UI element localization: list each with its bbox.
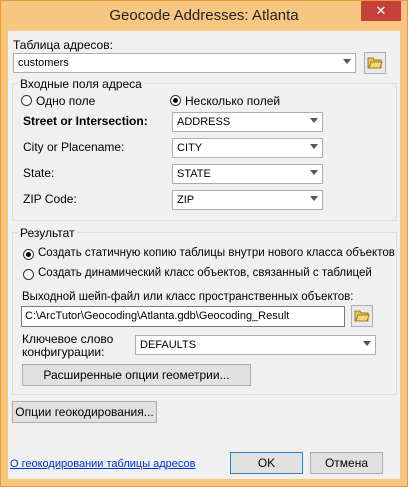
zip-field-value: ZIP — [177, 194, 195, 206]
single-field-radio[interactable] — [21, 95, 32, 106]
output-path-value: C:\ArcTutor\Geocoding\Atlanta.gdb\Geocod… — [25, 310, 290, 322]
cancel-button[interactable]: Отмена — [310, 452, 383, 474]
address-table-combo[interactable]: customers — [13, 53, 356, 73]
dropdown-arrow-icon — [343, 59, 351, 64]
output-label: Выходной шейп-файл или класс пространств… — [22, 291, 354, 303]
folder-open-icon — [354, 310, 370, 322]
window-title: Geocode Addresses: Atlanta — [109, 7, 299, 24]
street-field-label: Street or Intersection: — [23, 114, 148, 128]
static-copy-label: Создать статичную копию таблицы внутри н… — [38, 247, 395, 259]
output-path-input[interactable]: C:\ArcTutor\Geocoding\Atlanta.gdb\Geocod… — [21, 306, 345, 327]
street-field-combo[interactable]: ADDRESS — [172, 112, 323, 132]
multiple-fields-radio[interactable] — [170, 95, 181, 106]
zip-field-label: ZIP Code: — [23, 192, 77, 206]
static-copy-radio[interactable] — [23, 249, 34, 260]
dialog-window: Geocode Addresses: Atlanta ✕ Таблица адр… — [0, 0, 408, 487]
close-icon: ✕ — [375, 3, 387, 18]
city-field-combo[interactable]: CITY — [172, 138, 323, 158]
dynamic-class-radio[interactable] — [23, 269, 34, 280]
config-keyword-label-line2: конфигурации: — [22, 345, 105, 359]
result-group-title: Результат — [18, 226, 77, 240]
help-link[interactable]: О геокодировании таблицы адресов — [10, 458, 196, 470]
dialog-client: Таблица адресов: customers Входные поля … — [8, 31, 400, 479]
dropdown-arrow-icon — [310, 118, 318, 123]
close-button[interactable]: ✕ — [361, 1, 401, 21]
dropdown-arrow-icon — [363, 341, 371, 346]
single-field-label: Одно поле — [36, 94, 96, 108]
dropdown-arrow-icon — [310, 170, 318, 175]
config-keyword-label: Ключевое слово конфигурации: — [22, 333, 113, 359]
advanced-geometry-button[interactable]: Расширенные опции геометрии... — [22, 364, 251, 386]
state-field-value: STATE — [177, 168, 211, 180]
ok-button[interactable]: OK — [230, 452, 303, 474]
street-field-value: ADDRESS — [177, 116, 231, 128]
dynamic-class-label: Создать динамический класс объектов, свя… — [38, 267, 372, 279]
geocoding-options-button[interactable]: Опции геокодирования... — [12, 401, 157, 423]
title-bar[interactable]: Geocode Addresses: Atlanta ✕ — [1, 1, 407, 31]
multiple-fields-label: Несколько полей — [185, 94, 281, 108]
config-keyword-value: DEFAULTS — [140, 339, 197, 351]
city-field-label: City or Placename: — [23, 140, 125, 154]
zip-field-combo[interactable]: ZIP — [172, 190, 323, 210]
city-field-value: CITY — [177, 142, 203, 154]
state-field-combo[interactable]: STATE — [172, 164, 323, 184]
state-field-label: State: — [23, 166, 55, 180]
input-fields-group-title: Входные поля адреса — [18, 77, 144, 91]
config-keyword-combo[interactable]: DEFAULTS — [135, 335, 376, 355]
address-table-browse-button[interactable] — [364, 52, 386, 74]
dropdown-arrow-icon — [310, 196, 318, 201]
dropdown-arrow-icon — [310, 144, 318, 149]
folder-open-icon — [367, 57, 383, 69]
output-browse-button[interactable] — [351, 305, 373, 327]
address-table-value: customers — [18, 57, 69, 69]
address-table-label: Таблица адресов: — [13, 38, 113, 52]
